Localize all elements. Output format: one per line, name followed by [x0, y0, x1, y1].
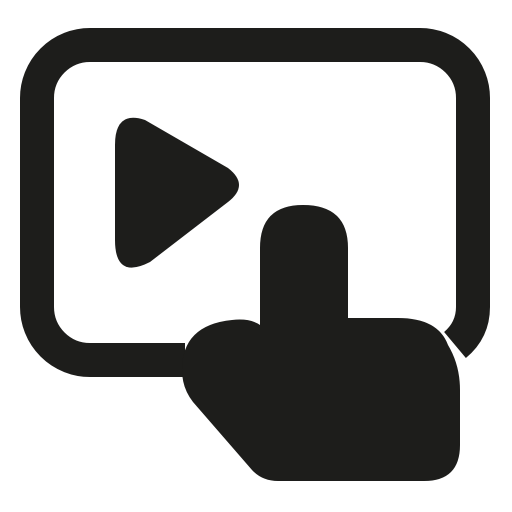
screen-frame-icon — [20, 28, 490, 377]
icon-canvas — [0, 0, 512, 512]
touch-play-video-icon — [20, 28, 490, 481]
hand-pointer-icon — [182, 205, 460, 481]
play-icon — [115, 117, 239, 268]
